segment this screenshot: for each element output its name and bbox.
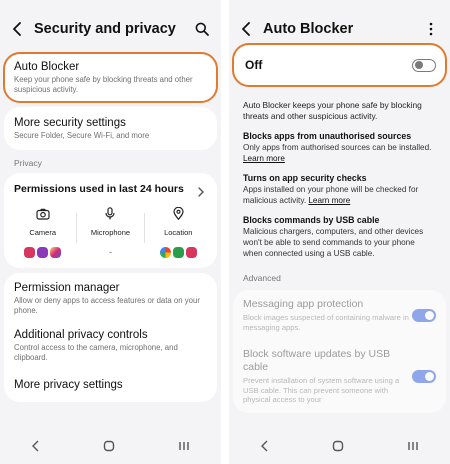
app-icon bbox=[172, 246, 184, 258]
privacy-section-label: Privacy bbox=[14, 158, 42, 168]
permission-location[interactable]: Location bbox=[146, 206, 210, 258]
nav-recents-icon[interactable] bbox=[407, 439, 419, 457]
additional-privacy-subtitle: Control access to the camera, microphone… bbox=[14, 343, 178, 362]
additional-privacy-title: Additional privacy controls bbox=[14, 329, 148, 341]
divider bbox=[143, 213, 145, 243]
google-app-icon bbox=[159, 246, 171, 258]
navigation-bar bbox=[0, 432, 221, 464]
more-security-subtitle: Secure Folder, Secure Wi-Fi, and more bbox=[14, 131, 150, 140]
privacy-controls-card: Permission manager Allow or deny apps to… bbox=[4, 273, 217, 402]
messaging-protection-switch[interactable] bbox=[412, 308, 436, 322]
location-apps bbox=[159, 246, 197, 258]
no-apps-marker: - bbox=[108, 247, 112, 257]
page-title: Auto Blocker bbox=[263, 21, 354, 37]
feature-title: Blocks commands by USB cable bbox=[243, 215, 380, 226]
switch-knob bbox=[414, 61, 423, 69]
nav-recents-icon[interactable] bbox=[178, 439, 190, 457]
more-security-settings-item[interactable]: More security settings Secure Folder, Se… bbox=[4, 107, 217, 150]
permission-manager-title: Permission manager bbox=[14, 282, 120, 294]
auto-blocker-subtitle: Keep your phone safe by blocking threats… bbox=[14, 75, 193, 94]
app-icon bbox=[50, 246, 62, 258]
permission-camera[interactable]: Camera bbox=[11, 207, 75, 258]
app-icon bbox=[185, 246, 197, 258]
nav-home-icon[interactable] bbox=[332, 439, 344, 457]
microphone-label: Microphone bbox=[90, 228, 131, 237]
messaging-app-protection-item[interactable]: Messaging app protection Block images su… bbox=[233, 290, 446, 340]
block-usb-updates-switch[interactable] bbox=[412, 370, 436, 384]
block-usb-updates-item[interactable]: Block software updates by USB cable Prev… bbox=[233, 340, 446, 413]
adv-title: Block software updates by USB cable bbox=[243, 348, 391, 374]
auto-blocker-description: Auto Blocker keeps your phone safe by bl… bbox=[243, 100, 422, 122]
adv-title: Messaging app protection bbox=[243, 298, 364, 311]
microphone-icon bbox=[105, 207, 116, 225]
nav-home-icon[interactable] bbox=[103, 439, 115, 457]
app-bar: Security and privacy bbox=[0, 0, 221, 58]
feature-usb-commands: Blocks commands by USB cable Malicious c… bbox=[229, 215, 450, 259]
more-privacy-title: More privacy settings bbox=[14, 379, 123, 391]
divider bbox=[76, 213, 78, 243]
app-icon bbox=[37, 246, 49, 258]
navigation-bar bbox=[229, 432, 450, 464]
permission-microphone[interactable]: Microphone - bbox=[78, 207, 142, 258]
adv-subtitle: Block images suspected of containing mal… bbox=[243, 313, 409, 332]
permissions-used-title: Permissions used in last 24 hours bbox=[14, 183, 184, 195]
nav-back-icon[interactable] bbox=[260, 439, 270, 457]
additional-privacy-item[interactable]: Additional privacy controls Control acce… bbox=[4, 322, 217, 369]
auto-blocker-item[interactable]: Auto Blocker Keep your phone safe by blo… bbox=[3, 52, 218, 103]
learn-more-link[interactable]: Learn more bbox=[308, 196, 350, 205]
camera-icon bbox=[36, 207, 50, 225]
advanced-settings-card: Messaging app protection Block images su… bbox=[233, 290, 446, 413]
more-security-title: More security settings bbox=[14, 117, 126, 129]
feature-body: Malicious chargers, computers, and other… bbox=[243, 227, 424, 259]
page-title: Security and privacy bbox=[34, 21, 176, 37]
privacy-card: Permissions used in last 24 hours Camera bbox=[4, 173, 217, 268]
feature-text: Apps installed on your phone will be che… bbox=[243, 184, 436, 206]
feature-title: Blocks apps from unauthorised sources bbox=[243, 131, 412, 142]
permission-manager-item[interactable]: Permission manager Allow or deny apps to… bbox=[4, 273, 217, 322]
auto-blocker-screen: Auto Blocker Off Auto Blocker keeps your… bbox=[229, 0, 450, 464]
feature-text: Only apps from authorised sources can be… bbox=[243, 142, 436, 164]
back-arrow-icon[interactable] bbox=[6, 18, 28, 40]
feature-app-security-checks: Turns on app security checks Apps instal… bbox=[229, 173, 450, 206]
security-privacy-screen: Security and privacy Auto Blocker Keep y… bbox=[0, 0, 221, 464]
adv-subtitle: Prevent installation of system software … bbox=[243, 376, 400, 405]
search-icon[interactable] bbox=[191, 18, 213, 40]
switch-knob bbox=[425, 310, 434, 320]
feature-title: Turns on app security checks bbox=[243, 173, 367, 184]
permissions-grid: Camera Microphone - Location bbox=[4, 201, 217, 268]
permission-manager-subtitle: Allow or deny apps to access features or… bbox=[14, 296, 200, 315]
switch-knob bbox=[425, 372, 434, 382]
camera-apps bbox=[24, 246, 62, 258]
learn-more-link[interactable]: Learn more bbox=[243, 154, 285, 163]
camera-label: Camera bbox=[29, 228, 57, 237]
auto-blocker-toggle-row[interactable]: Off bbox=[232, 43, 447, 87]
chevron-right-icon bbox=[197, 184, 207, 197]
advanced-section-label: Advanced bbox=[243, 273, 281, 284]
location-pin-icon bbox=[173, 206, 184, 225]
feature-body: Only apps from authorised sources can be… bbox=[243, 143, 432, 153]
feature-unauthorised-sources: Blocks apps from unauthorised sources On… bbox=[229, 131, 450, 164]
more-privacy-item[interactable]: More privacy settings bbox=[4, 369, 217, 402]
location-label: Location bbox=[164, 228, 193, 237]
permissions-used-row[interactable]: Permissions used in last 24 hours bbox=[4, 173, 217, 201]
auto-blocker-title: Auto Blocker bbox=[14, 61, 80, 73]
nav-back-icon[interactable] bbox=[31, 439, 41, 457]
app-icon bbox=[24, 246, 36, 258]
toggle-state-label: Off bbox=[245, 58, 263, 72]
more-options-icon[interactable] bbox=[420, 18, 442, 40]
microphone-apps: - bbox=[109, 246, 112, 258]
auto-blocker-switch[interactable] bbox=[412, 58, 436, 72]
back-arrow-icon[interactable] bbox=[235, 18, 257, 40]
